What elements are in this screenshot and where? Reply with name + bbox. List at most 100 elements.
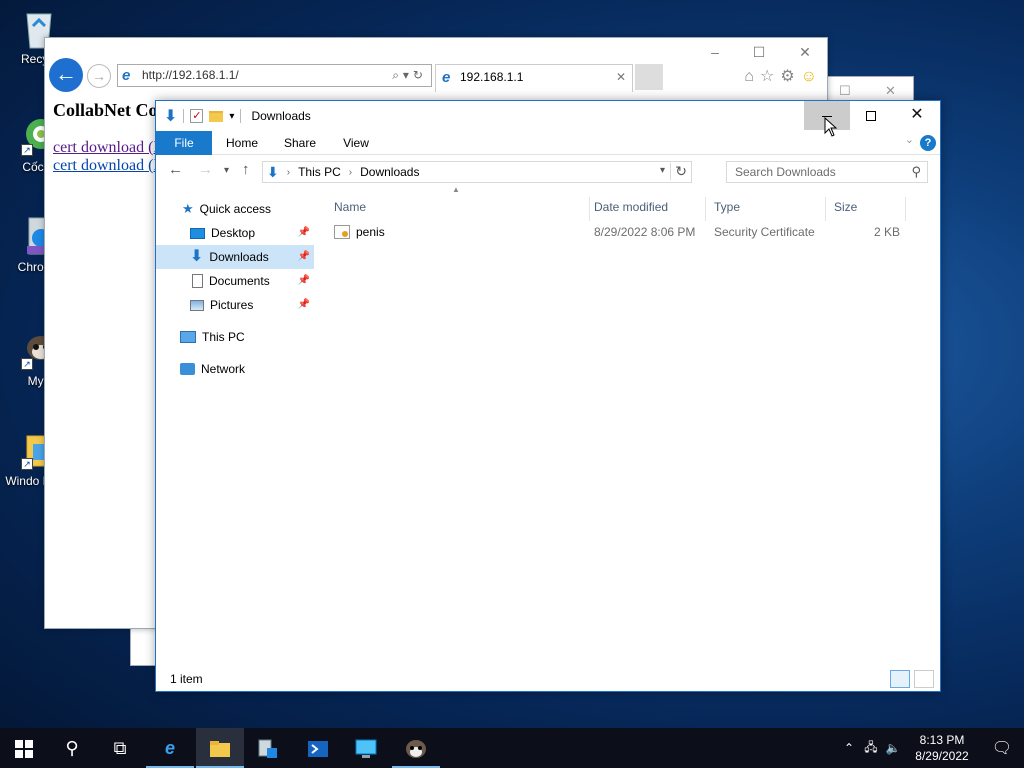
search-icon[interactable]: ⌕▾↻ bbox=[392, 65, 427, 86]
search-placeholder: Search Downloads bbox=[735, 165, 836, 179]
nav-label: Documents bbox=[209, 274, 270, 288]
close-tab-icon[interactable]: ✕ bbox=[616, 65, 626, 89]
column-header-date[interactable]: Date modified bbox=[586, 197, 706, 221]
file-explorer-window[interactable]: ⬇ ✓ ▾ Downloads ✕ File Home Share View ⌄… bbox=[155, 100, 941, 692]
pin-icon[interactable]: 📌 bbox=[298, 245, 310, 269]
computer-icon bbox=[180, 331, 196, 343]
tab-title: 192.168.1.1 bbox=[460, 70, 524, 84]
shortcut-arrow-icon: ↗ bbox=[21, 144, 33, 156]
chevron-down-icon[interactable]: ▾ bbox=[660, 165, 665, 176]
nav-item-pictures[interactable]: Pictures 📌 bbox=[156, 293, 314, 317]
back-arrow-icon[interactable]: ← bbox=[168, 161, 183, 178]
help-icon[interactable]: ? bbox=[920, 135, 936, 151]
sort-ascending-icon: ▲ bbox=[452, 185, 460, 194]
browser-tab[interactable]: e 192.168.1.1 ✕ bbox=[435, 64, 633, 92]
separator bbox=[183, 109, 185, 123]
task-view-icon[interactable]: ⧉ bbox=[96, 728, 144, 768]
pictures-icon bbox=[190, 299, 204, 311]
nav-item-network[interactable]: Network bbox=[156, 357, 314, 381]
maximize-icon[interactable]: ☐ bbox=[839, 83, 853, 98]
internet-explorer-icon[interactable]: e bbox=[146, 728, 194, 768]
expand-ribbon-icon[interactable]: ⌄ bbox=[905, 133, 914, 146]
remote-desktop-icon[interactable] bbox=[342, 728, 390, 768]
recent-locations-icon[interactable]: ▾ bbox=[224, 165, 229, 176]
breadcrumb[interactable]: ⬇ › This PC › Downloads ▾ ↻ bbox=[262, 161, 692, 183]
file-row[interactable]: penis 8/29/2022 8:06 PM Security Certifi… bbox=[326, 221, 906, 243]
clock-time: 8:13 PM bbox=[919, 733, 965, 747]
nav-label: Quick access bbox=[199, 202, 272, 216]
tab-share[interactable]: Share bbox=[284, 131, 316, 155]
file-name: penis bbox=[356, 225, 385, 239]
nav-item-desktop[interactable]: Desktop 📌 bbox=[156, 221, 314, 245]
nav-item-downloads[interactable]: ⬇ Downloads 📌 bbox=[156, 245, 314, 269]
start-button[interactable] bbox=[0, 728, 48, 768]
cert-download-link[interactable]: cert download (I bbox=[53, 157, 159, 175]
minimize-button[interactable]: – bbox=[705, 44, 725, 60]
nav-item-quick-access[interactable]: ★ Quick access bbox=[156, 197, 314, 221]
feedback-smiley-icon[interactable]: ☺ bbox=[801, 68, 823, 85]
separator bbox=[240, 109, 242, 123]
ribbon: File Home Share View ⌄ ? bbox=[156, 131, 940, 155]
raccoon-app-icon[interactable] bbox=[392, 728, 440, 768]
new-folder-icon[interactable] bbox=[209, 110, 224, 122]
nav-label: Pictures bbox=[210, 298, 254, 312]
breadcrumb-this-pc[interactable]: This PC bbox=[298, 165, 341, 179]
chevron-right-icon[interactable]: › bbox=[349, 167, 352, 178]
refresh-icon[interactable]: ↻ bbox=[670, 163, 687, 180]
ie-icon: e bbox=[122, 67, 131, 84]
chevron-up-icon[interactable]: ⌃ bbox=[838, 741, 860, 755]
nav-item-documents[interactable]: Documents 📌 bbox=[156, 269, 314, 293]
new-tab-button[interactable] bbox=[635, 64, 663, 90]
nav-item-this-pc[interactable]: This PC bbox=[156, 325, 314, 349]
notifications-icon[interactable]: 🗨 bbox=[980, 738, 1024, 758]
quick-access-toolbar: ⬇ ✓ ▾ Downloads bbox=[164, 107, 311, 125]
column-header-type[interactable]: Type bbox=[706, 197, 826, 221]
close-button[interactable]: ✕ bbox=[795, 44, 815, 61]
pin-icon[interactable]: 📌 bbox=[298, 221, 310, 245]
file-explorer-taskbar-icon[interactable] bbox=[196, 728, 244, 768]
page-heading: CollabNet Co bbox=[53, 100, 158, 120]
file-type: Security Certificate bbox=[714, 225, 815, 239]
forward-arrow-icon[interactable]: → bbox=[198, 161, 213, 178]
navigation-bar: ← → ▾ ↑ ⬇ › This PC › Downloads ▾ ↻ Sear… bbox=[156, 159, 940, 185]
pin-icon[interactable]: 📌 bbox=[298, 269, 310, 293]
maximize-button[interactable] bbox=[848, 101, 894, 130]
customize-toolbar-icon[interactable]: ▾ bbox=[229, 111, 234, 122]
downloads-icon: ⬇ bbox=[164, 108, 178, 125]
close-button[interactable]: ✕ bbox=[894, 101, 940, 130]
back-button[interactable]: ← bbox=[49, 58, 83, 92]
up-arrow-icon[interactable]: ↑ bbox=[242, 161, 250, 178]
clock[interactable]: 8:13 PM 8/29/2022 bbox=[904, 732, 980, 764]
gear-icon[interactable]: ⚙ bbox=[780, 68, 800, 85]
home-icon[interactable]: ⌂ bbox=[744, 68, 760, 85]
clock-date: 8/29/2022 bbox=[915, 749, 969, 763]
forward-button[interactable]: → bbox=[87, 64, 111, 88]
column-header-name[interactable]: Name bbox=[326, 197, 590, 221]
close-icon[interactable]: ✕ bbox=[885, 83, 899, 98]
server-manager-icon[interactable] bbox=[244, 728, 292, 768]
details-view-icon[interactable] bbox=[890, 670, 910, 688]
cert-download-link[interactable]: cert download (I bbox=[53, 139, 159, 157]
large-icons-view-icon[interactable] bbox=[914, 670, 934, 688]
maximize-button[interactable]: ☐ bbox=[749, 44, 769, 61]
column-header-size[interactable]: Size bbox=[826, 197, 906, 221]
chevron-right-icon[interactable]: › bbox=[287, 167, 290, 178]
tab-view[interactable]: View bbox=[342, 131, 370, 155]
search-icon[interactable]: ⚲ bbox=[48, 728, 96, 768]
title-bar[interactable]: ⬇ ✓ ▾ Downloads ✕ bbox=[156, 101, 940, 137]
powershell-icon[interactable] bbox=[294, 728, 342, 768]
volume-muted-icon[interactable]: 🔈 bbox=[882, 741, 904, 755]
ie-icon: e bbox=[442, 69, 451, 86]
network-icon bbox=[180, 363, 195, 375]
pin-icon[interactable]: 📌 bbox=[298, 293, 310, 317]
network-icon[interactable]: 🖧 bbox=[860, 738, 882, 759]
desktop-icon bbox=[190, 227, 205, 239]
tab-home[interactable]: Home bbox=[226, 131, 258, 155]
search-input[interactable]: Search Downloads ⚲ bbox=[726, 161, 928, 183]
search-icon: ⚲ bbox=[911, 164, 921, 179]
properties-icon[interactable]: ✓ bbox=[190, 109, 204, 123]
address-bar[interactable]: e http://192.168.1.1/ ⌕▾↻ bbox=[117, 64, 432, 87]
favorites-star-icon[interactable]: ☆ bbox=[760, 68, 780, 85]
breadcrumb-downloads[interactable]: Downloads bbox=[360, 165, 419, 179]
tab-file[interactable]: File bbox=[156, 131, 212, 155]
